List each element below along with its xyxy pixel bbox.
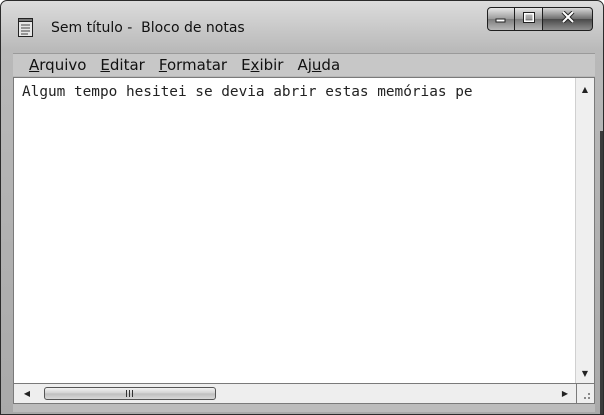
close-icon (561, 10, 575, 28)
menu-arquivo[interactable]: Arquivo (13, 56, 93, 74)
text-editor-area[interactable]: Algum tempo hesitei se devia abrir estas… (13, 77, 595, 384)
notepad-window: Sem título - Bloco de notas Arquivo Edit… (0, 0, 604, 415)
window-bottom-border (13, 404, 595, 412)
minimize-icon (495, 10, 507, 28)
right-arrow-icon[interactable]: ▶ (556, 384, 574, 403)
close-button[interactable] (543, 7, 593, 31)
menu-formatar[interactable]: Formatar (152, 56, 234, 74)
menu-bar: Arquivo Editar Formatar Exibir Ajuda (13, 53, 595, 76)
horizontal-scroll-thumb[interactable] (44, 387, 216, 400)
left-arrow-icon[interactable]: ◀ (18, 384, 36, 403)
menu-editar[interactable]: Editar (93, 56, 151, 74)
maximize-button[interactable] (515, 7, 543, 31)
document-text[interactable]: Algum tempo hesitei se devia abrir estas… (22, 84, 570, 100)
menu-ajuda[interactable]: Ajuda (290, 56, 347, 74)
size-grip-icon[interactable] (577, 384, 595, 404)
maximize-icon (522, 10, 535, 28)
window-title: Sem título - Bloco de notas (51, 20, 245, 36)
title-bar[interactable]: Sem título - Bloco de notas (1, 1, 603, 47)
vertical-scrollbar[interactable]: ▲ ▼ (575, 78, 594, 383)
menu-exibir[interactable]: Exibir (234, 56, 290, 74)
notepad-icon[interactable] (17, 18, 35, 38)
caption-buttons (487, 7, 593, 33)
up-arrow-icon[interactable]: ▲ (576, 80, 594, 98)
minimize-button[interactable] (487, 7, 515, 31)
horizontal-scrollbar[interactable]: ◀ ▶ (13, 384, 577, 404)
down-arrow-icon[interactable]: ▼ (576, 364, 594, 382)
grip-icon (126, 390, 134, 397)
